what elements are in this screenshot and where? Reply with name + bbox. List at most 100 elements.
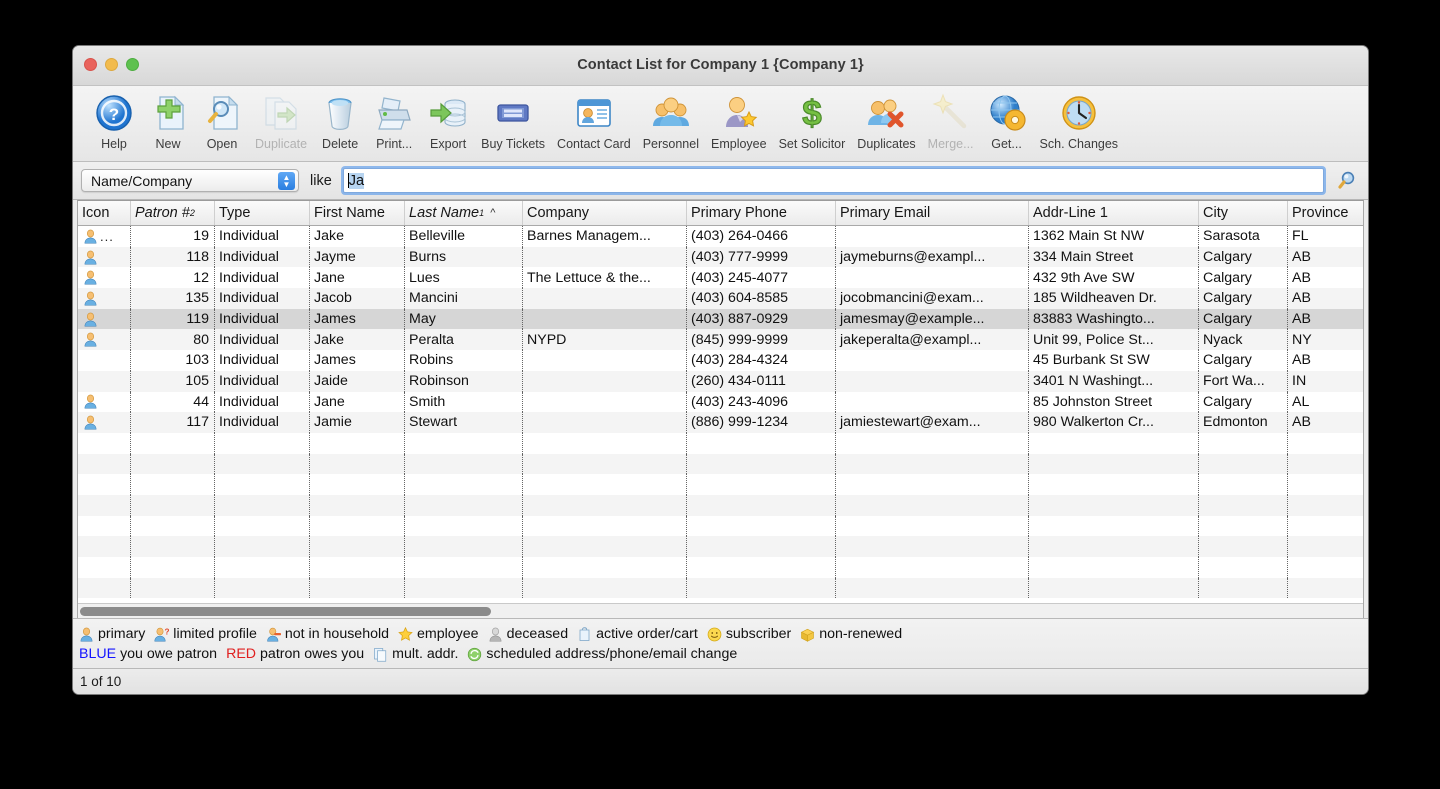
cell-company [523, 350, 687, 371]
legend-label: scheduled address/phone/email change [486, 646, 738, 662]
column-header-label: First Name [314, 205, 385, 221]
cell-first: Jake [310, 329, 405, 351]
cell-empty [836, 515, 1029, 537]
column-header-label: Company [527, 205, 590, 221]
cell-city: Nyack [1199, 329, 1288, 351]
toolbar-button-new[interactable]: New [141, 90, 195, 151]
cell-company: Barnes Managem... [523, 226, 687, 247]
column-header-city[interactable]: City [1199, 201, 1288, 225]
svg-text:$: $ [802, 94, 821, 133]
column-header-email[interactable]: Primary Email [836, 201, 1029, 225]
cell-empty [1199, 494, 1288, 516]
table-row[interactable]: 118 Individual Jayme Burns (403) 777-9999 jay… [78, 246, 1363, 268]
table-row[interactable]: 105 Individual Jaide Robinson (260) 434-0111… [78, 370, 1363, 392]
table-row[interactable]: 12 Individual Jane Lues The Lettuce & the...… [78, 267, 1363, 289]
cell-phone: (403) 887-0929 [687, 308, 836, 330]
cell-empty [523, 453, 687, 475]
horizontal-scrollbar[interactable] [78, 603, 1363, 618]
magnifier-icon[interactable] [1336, 170, 1358, 192]
table-row[interactable]: 119 Individual James May (403) 887-0929 james… [78, 308, 1363, 330]
cell-first: James [310, 308, 405, 330]
cell-patron: 19 [131, 226, 215, 247]
toolbar-button-help[interactable]: ? Help [87, 90, 141, 151]
cell-empty [836, 453, 1029, 475]
search-input-value: Ja [348, 172, 365, 189]
column-header-company[interactable]: Company [523, 201, 687, 225]
primary-person-icon [83, 250, 98, 265]
cell-province: AB [1292, 414, 1311, 431]
column-header-label: Patron # [135, 205, 190, 221]
column-header-first[interactable]: First Name [310, 201, 405, 225]
export-database-icon [427, 92, 469, 134]
limited-profile-icon: ? [154, 627, 169, 642]
toolbar: ? Help New Open Duplicate Delete Print... Expor… [73, 86, 1368, 162]
scrollbar-thumb[interactable] [80, 606, 491, 616]
table-row-empty[interactable] [78, 577, 1363, 599]
column-header-phone[interactable]: Primary Phone [687, 201, 836, 225]
toolbar-button-personnel[interactable]: Personnel [637, 90, 705, 151]
toolbar-button-duplicate: Duplicate [249, 90, 313, 151]
cell-empty [131, 474, 215, 495]
cell-patron: 103 [131, 350, 215, 371]
toolbar-button-label: Get... [991, 137, 1022, 151]
column-header-type[interactable]: Type [215, 201, 310, 225]
toolbar-button-delete[interactable]: Delete [313, 90, 367, 151]
cell-addr: 1362 Main St NW [1029, 226, 1199, 247]
chevron-updown-icon: ▲ ▼ [278, 172, 295, 190]
table-header-row: Icon Patron #2 Type First Name Last Name 1 ^ Co… [78, 201, 1363, 226]
column-header-icon[interactable]: Icon [78, 201, 131, 225]
column-header-addr[interactable]: Addr-Line 1 [1029, 201, 1199, 225]
cell-addr: 45 Burbank St SW [1029, 350, 1199, 371]
column-header-province[interactable]: Province [1288, 201, 1363, 225]
search-input[interactable]: Ja [342, 168, 1324, 193]
contact-card-icon [573, 92, 615, 134]
toolbar-button-employee[interactable]: Employee [705, 90, 773, 151]
table-row-empty[interactable] [78, 432, 1363, 454]
legend-item: mult. addr. [373, 644, 458, 664]
cell-first: Jake [310, 226, 405, 247]
toolbar-button-get[interactable]: Get... [980, 90, 1034, 151]
toolbar-button-label: Print... [376, 137, 413, 151]
toolbar-button-buy-tickets[interactable]: Buy Tickets [475, 90, 551, 151]
cell-empty [1199, 474, 1288, 495]
table-row-empty[interactable] [78, 474, 1363, 495]
toolbar-button-export[interactable]: Export [421, 90, 475, 151]
primary-person-icon [79, 627, 94, 642]
toolbar-button-open[interactable]: Open [195, 90, 249, 151]
table-row[interactable]: ... 19 Individual Jake Belleville Barnes Mana… [78, 226, 1363, 247]
table-row-empty[interactable] [78, 557, 1363, 578]
table-row[interactable]: 103 Individual James Robins (403) 284-4324 45… [78, 350, 1363, 371]
cell-phone: (403) 243-4096 [687, 391, 836, 413]
toolbar-button-set-solicitor[interactable]: $ Set Solicitor [773, 90, 852, 151]
table-row[interactable]: 117 Individual Jamie Stewart (886) 999-1234 j… [78, 412, 1363, 433]
cell-phone: (260) 434-0111 [687, 370, 836, 392]
cell-phone: (845) 999-9999 [687, 329, 836, 351]
table-row[interactable]: 135 Individual Jacob Mancini (403) 604-8585 j… [78, 288, 1363, 309]
cell-addr: 85 Johnston Street [1029, 391, 1199, 413]
toolbar-button-print[interactable]: Print... [367, 90, 421, 151]
table-row[interactable]: 44 Individual Jane Smith (403) 243-4096 85 Jo… [78, 391, 1363, 413]
table-row-empty[interactable] [78, 453, 1363, 475]
table-row-empty[interactable] [78, 536, 1363, 557]
column-header-last[interactable]: Last Name 1 ^ [405, 201, 523, 225]
cell-addr: 980 Walkerton Cr... [1029, 412, 1199, 433]
table-row[interactable]: 80 Individual Jake Peralta NYPD (845) 999-999… [78, 329, 1363, 351]
legend-label: subscriber [725, 626, 792, 642]
column-header-sort-index: 1 [479, 208, 485, 218]
search-field-select[interactable]: Name/Company ▲ ▼ [81, 169, 299, 192]
cell-empty [1288, 557, 1363, 578]
table-row-empty[interactable] [78, 515, 1363, 537]
primary-person-icon [83, 415, 98, 430]
cell-icon [78, 267, 131, 289]
toolbar-button-sch-changes[interactable]: Sch. Changes [1034, 90, 1125, 151]
cell-empty [78, 474, 131, 495]
column-header-patron[interactable]: Patron #2 [131, 201, 215, 225]
cell-empty [1288, 433, 1363, 454]
toolbar-button-duplicates[interactable]: Duplicates [851, 90, 921, 151]
legend-item: not in household [266, 624, 389, 644]
table-row-empty[interactable] [78, 494, 1363, 516]
legend-item: active order/cart [577, 624, 698, 644]
toolbar-button-contact-card[interactable]: Contact Card [551, 90, 637, 151]
cell-company [523, 370, 687, 392]
cell-addr: 3401 N Washingt... [1029, 370, 1199, 392]
